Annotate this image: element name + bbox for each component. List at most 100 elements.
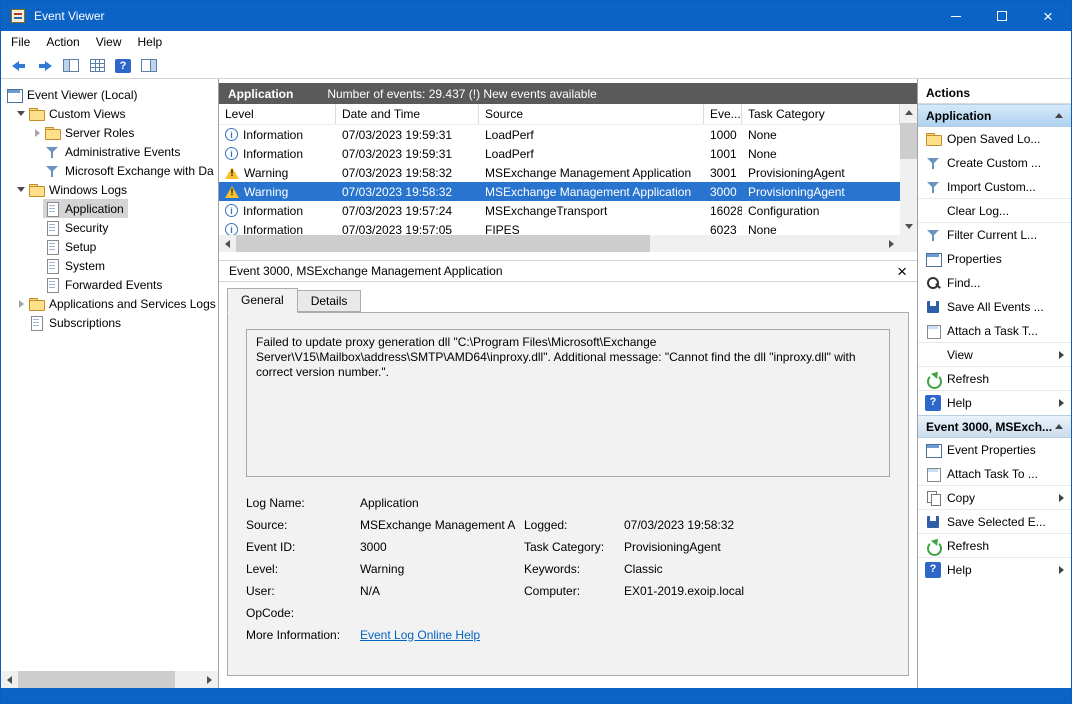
scroll-left-button[interactable] (1, 671, 18, 688)
cell-level: Warning (244, 185, 288, 199)
tree-item-windows-logs[interactable]: Windows Logs (1, 180, 218, 199)
tree-item-administrative-events[interactable]: Administrative Events (1, 142, 218, 161)
show-hide-action-pane-button[interactable] (136, 55, 162, 77)
action-event-properties[interactable]: Event Properties (918, 438, 1071, 462)
menu-file[interactable]: File (3, 32, 38, 52)
action-help[interactable]: Help (918, 391, 1071, 415)
tree-item-applications-services-logs[interactable]: Applications and Services Logs (1, 294, 218, 313)
scroll-track[interactable] (236, 235, 883, 252)
information-icon (225, 204, 238, 217)
action-create-custom-view[interactable]: Create Custom ... (918, 151, 1071, 175)
cell-source: MSExchangeTransport (479, 204, 704, 218)
tree-item-server-roles[interactable]: Server Roles (1, 123, 218, 142)
action-open-saved-log[interactable]: Open Saved Lo... (918, 127, 1071, 151)
action-help-event[interactable]: Help (918, 558, 1071, 582)
tree-label: System (63, 259, 105, 273)
action-save-selected-events[interactable]: Save Selected E... (918, 510, 1071, 534)
tab-details[interactable]: Details (298, 290, 362, 312)
back-button[interactable] (6, 55, 32, 77)
action-filter-current-log[interactable]: Filter Current L... (918, 223, 1071, 247)
event-row[interactable]: Warning 07/03/2023 19:58:32 MSExchange M… (219, 163, 917, 182)
tree-item-event-viewer-local[interactable]: Event Viewer (Local) (1, 85, 218, 104)
tree-label: Subscriptions (47, 316, 121, 330)
task-icon (925, 466, 941, 482)
event-viewer-window: Event Viewer File Action View Help Event… (0, 0, 1072, 704)
actions-section-event-header[interactable]: Event 3000, MSExch... (918, 415, 1071, 438)
action-refresh[interactable]: Refresh (918, 367, 1071, 391)
menu-view[interactable]: View (88, 32, 130, 52)
back-arrow-icon (12, 61, 26, 71)
event-log-online-help-link[interactable]: Event Log Online Help (360, 628, 524, 642)
action-label: Import Custom... (947, 180, 1064, 194)
minimize-button[interactable] (933, 1, 979, 31)
expander-closed-icon[interactable] (15, 300, 27, 308)
maximize-button[interactable] (979, 1, 1025, 31)
column-header-level[interactable]: Level (219, 104, 336, 124)
column-header-event-id[interactable]: Eve... (704, 104, 742, 124)
events-panel: Application Number of events: 29.437 (!)… (219, 79, 918, 688)
open-folder-icon (925, 131, 941, 147)
action-view[interactable]: View (918, 343, 1071, 367)
expander-open-icon[interactable] (15, 187, 27, 192)
column-header-source[interactable]: Source (479, 104, 704, 124)
action-copy[interactable]: Copy (918, 486, 1071, 510)
tree-item-security[interactable]: Security (1, 218, 218, 237)
action-refresh-event[interactable]: Refresh (918, 534, 1071, 558)
scroll-track[interactable] (900, 121, 917, 218)
cell-level: Information (243, 147, 303, 161)
menu-action[interactable]: Action (38, 32, 87, 52)
event-row[interactable]: Information 07/03/2023 19:57:05 FIPES 60… (219, 220, 917, 235)
general-tab-content: Failed to update proxy generation dll "C… (227, 312, 909, 676)
forward-button[interactable] (32, 55, 58, 77)
properties-button[interactable] (84, 55, 110, 77)
tree-item-setup[interactable]: Setup (1, 237, 218, 256)
show-hide-console-tree-button[interactable] (58, 55, 84, 77)
tree-item-subscriptions[interactable]: Subscriptions (1, 313, 218, 332)
action-save-all-events[interactable]: Save All Events ... (918, 295, 1071, 319)
event-description[interactable]: Failed to update proxy generation dll "C… (246, 329, 890, 477)
tree-item-microsoft-exchange-view[interactable]: Microsoft Exchange with Da (1, 161, 218, 180)
action-find[interactable]: Find... (918, 271, 1071, 295)
details-close-button[interactable] (897, 263, 907, 280)
event-details-pane: Event 3000, MSExchange Management Applic… (219, 260, 917, 676)
event-row[interactable]: Information 07/03/2023 19:57:24 MSExchan… (219, 201, 917, 220)
scroll-thumb[interactable] (18, 671, 175, 688)
tree-item-forwarded-events[interactable]: Forwarded Events (1, 275, 218, 294)
log-icon (44, 239, 60, 255)
tab-general[interactable]: General (227, 288, 298, 313)
scroll-up-button[interactable] (900, 104, 917, 121)
tree-item-application[interactable]: Application (1, 199, 218, 218)
action-import-custom-view[interactable]: Import Custom... (918, 175, 1071, 199)
expander-closed-icon[interactable] (31, 129, 43, 137)
column-header-task-category[interactable]: Task Category (742, 104, 900, 124)
tree-item-custom-views[interactable]: Custom Views (1, 104, 218, 123)
action-properties[interactable]: Properties (918, 247, 1071, 271)
information-icon (225, 223, 238, 235)
scroll-down-button[interactable] (900, 218, 917, 235)
action-label: Copy (947, 491, 1055, 505)
actions-section-application-header[interactable]: Application (918, 104, 1071, 127)
menu-help[interactable]: Help (130, 32, 171, 52)
cell-task-category: None (742, 223, 900, 236)
scroll-track[interactable] (18, 671, 201, 688)
action-attach-task[interactable]: Attach a Task T... (918, 319, 1071, 343)
event-row-selected[interactable]: Warning 07/03/2023 19:58:32 MSExchange M… (219, 182, 917, 201)
action-attach-task-to-event[interactable]: Attach Task To ... (918, 462, 1071, 486)
column-header-date-time[interactable]: Date and Time (336, 104, 479, 124)
tree-label: Application (63, 202, 124, 216)
scroll-right-button[interactable] (883, 235, 900, 252)
close-button[interactable] (1025, 1, 1071, 31)
status-bar (1, 688, 1071, 703)
help-button[interactable] (110, 55, 136, 77)
tree-item-system[interactable]: System (1, 256, 218, 275)
folder-icon (44, 125, 60, 141)
expander-open-icon[interactable] (15, 111, 27, 116)
event-row[interactable]: Information 07/03/2023 19:59:31 LoadPerf… (219, 125, 917, 144)
action-clear-log[interactable]: Clear Log... (918, 199, 1071, 223)
scroll-thumb[interactable] (900, 123, 917, 159)
cell-source: FIPES (479, 223, 704, 236)
scroll-right-button[interactable] (201, 671, 218, 688)
event-row[interactable]: Information 07/03/2023 19:59:31 LoadPerf… (219, 144, 917, 163)
scroll-thumb[interactable] (236, 235, 650, 252)
scroll-left-button[interactable] (219, 235, 236, 252)
